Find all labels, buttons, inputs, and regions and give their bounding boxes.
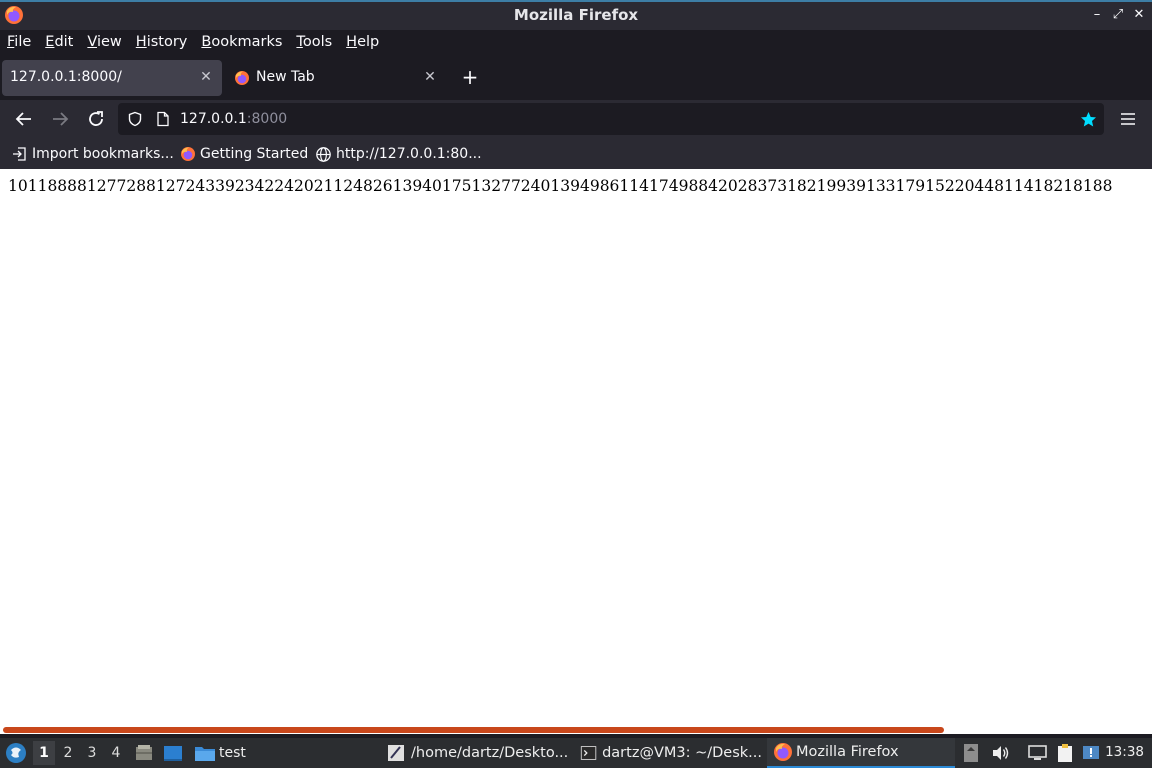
reload-icon[interactable]: [83, 107, 109, 131]
menu-edit[interactable]: Edit: [38, 30, 80, 54]
terminal-icon: [580, 746, 597, 760]
globe-icon: [316, 146, 331, 162]
tab-localhost[interactable]: 127.0.0.1:8000/ ✕: [2, 60, 222, 96]
page-icon[interactable]: [156, 111, 170, 127]
task-text-editor[interactable]: /home/dartz/Deskto...: [386, 738, 572, 768]
bookmarks-toolbar: Import bookmarks... Getting Started http…: [0, 138, 1152, 169]
bookmark-label: Import bookmarks...: [32, 146, 174, 162]
close-window-button[interactable]: ✕: [1130, 6, 1148, 24]
bookmark-localhost[interactable]: http://127.0.0.1:80...: [315, 144, 482, 164]
workspace-3[interactable]: 3: [81, 741, 103, 765]
menu-view[interactable]: View: [80, 30, 128, 54]
file-manager-icon[interactable]: [134, 743, 154, 763]
url-text[interactable]: 127.0.0.1:8000: [180, 111, 287, 127]
window-title: Mozilla Firefox: [513, 6, 639, 24]
new-tab-button[interactable]: +: [458, 66, 482, 90]
page-content: 1011888812772881272433923422420211248261…: [0, 169, 1152, 734]
workspace-2[interactable]: 2: [57, 741, 79, 765]
task-terminal[interactable]: dartz@VM3: ~/Desk...: [580, 738, 762, 768]
start-menu-icon[interactable]: [5, 742, 27, 764]
scroll-handle-icon[interactable]: [962, 742, 980, 764]
taskbar: 1 2 3 4 test /home/dartz/Deskto... dartz…: [0, 738, 1152, 768]
desktop-icon[interactable]: [162, 743, 184, 763]
import-icon: [13, 147, 26, 161]
tab-label: 127.0.0.1:8000/: [10, 69, 122, 85]
back-arrow-icon[interactable]: [11, 107, 37, 131]
tab-new-tab[interactable]: New Tab ✕: [226, 60, 446, 96]
minimize-button[interactable]: –: [1088, 6, 1106, 24]
menu-help[interactable]: Help: [339, 30, 386, 54]
menu-bookmarks[interactable]: Bookmarks: [194, 30, 289, 54]
tab-bar: 127.0.0.1:8000/ ✕ New Tab ✕ +: [0, 54, 1152, 100]
firefox-icon: [774, 743, 792, 761]
clock[interactable]: 13:38: [1105, 744, 1144, 760]
taskbar-folder-test[interactable]: test: [194, 738, 246, 768]
task-label: dartz@VM3: ~/Desk...: [602, 745, 762, 761]
workspace-1[interactable]: 1: [33, 741, 55, 765]
horizontal-scrollbar[interactable]: [3, 727, 944, 733]
volume-icon[interactable]: [990, 743, 1010, 763]
folder-icon: [195, 747, 215, 761]
task-firefox[interactable]: Mozilla Firefox: [767, 738, 955, 768]
bookmark-getting-started[interactable]: Getting Started: [180, 144, 308, 164]
folder-label: test: [219, 745, 246, 761]
text-editor-icon: [388, 745, 404, 761]
shield-icon[interactable]: [127, 111, 143, 127]
star-icon[interactable]: [1080, 111, 1097, 128]
bookmark-label: Getting Started: [200, 146, 309, 162]
hamburger-menu-icon[interactable]: [1119, 112, 1137, 126]
menu-history[interactable]: History: [129, 30, 195, 54]
bookmark-import[interactable]: Import bookmarks...: [12, 144, 174, 164]
workspace-4[interactable]: 4: [105, 741, 127, 765]
task-label: /home/dartz/Deskto...: [411, 745, 569, 761]
menu-file[interactable]: File: [0, 30, 38, 54]
maximize-button[interactable]: ⤢: [1109, 6, 1127, 24]
bookmark-label: http://127.0.0.1:80...: [336, 146, 482, 162]
task-label: Mozilla Firefox: [796, 744, 899, 760]
window-titlebar: Mozilla Firefox – ⤢ ✕: [0, 0, 1152, 30]
menu-bar: File Edit View History Bookmarks Tools H…: [0, 30, 1152, 54]
menu-tools[interactable]: Tools: [289, 30, 339, 54]
firefox-icon: [181, 147, 195, 161]
page-body-text: 1011888812772881272433923422420211248261…: [8, 177, 1113, 195]
notification-icon[interactable]: [1081, 743, 1101, 763]
close-icon[interactable]: ✕: [198, 67, 214, 87]
forward-arrow-icon[interactable]: [47, 107, 73, 131]
firefox-icon: [235, 71, 249, 85]
navigation-toolbar: 127.0.0.1:8000: [0, 100, 1152, 138]
network-icon[interactable]: [1027, 743, 1048, 763]
url-bar[interactable]: 127.0.0.1:8000: [118, 103, 1104, 135]
tab-label: New Tab: [256, 69, 315, 85]
close-icon[interactable]: ✕: [422, 67, 438, 87]
clipboard-icon[interactable]: [1055, 742, 1075, 764]
